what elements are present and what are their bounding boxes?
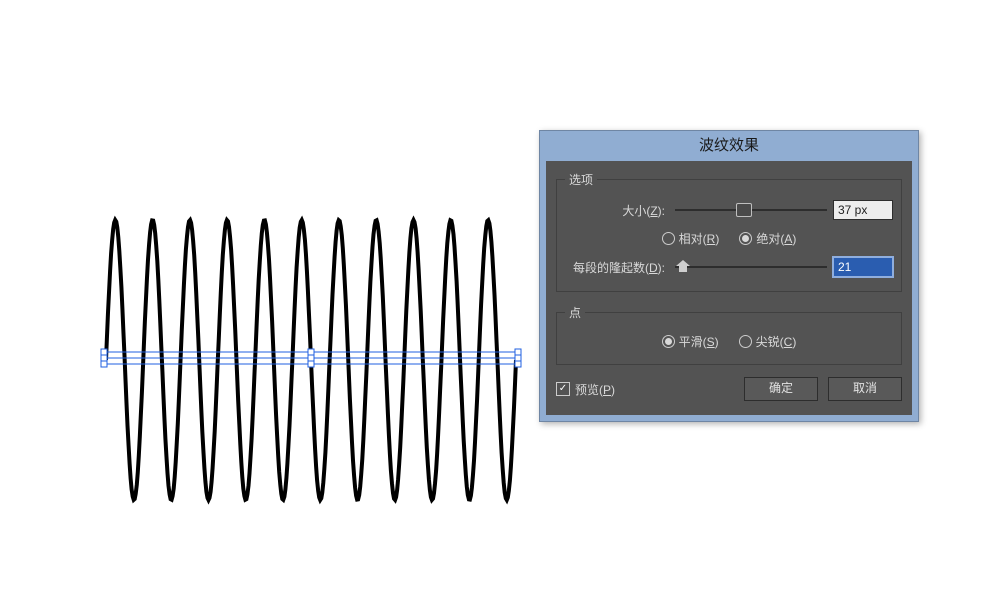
dialog-title[interactable]: 波纹效果 — [540, 131, 918, 161]
ridges-slider[interactable] — [675, 260, 827, 274]
preview-label: 预览(P) — [575, 381, 615, 398]
size-label: 大小(Z): — [565, 202, 669, 219]
absolute-radio-label: 绝对(A) — [756, 230, 796, 247]
corner-radio-label: 尖锐(C) — [756, 333, 797, 350]
corner-radio[interactable]: 尖锐(C) — [739, 333, 797, 350]
ok-button[interactable]: 确定 — [744, 377, 818, 401]
size-slider-thumb[interactable] — [736, 203, 752, 217]
selection-bounding-box[interactable] — [101, 349, 521, 367]
smooth-radio-label: 平滑(S) — [679, 333, 719, 350]
size-slider[interactable] — [675, 203, 827, 217]
relative-radio-label: 相对(R) — [679, 230, 720, 247]
size-input[interactable]: 37 px — [833, 200, 893, 220]
ridges-input[interactable]: 21 — [833, 257, 893, 277]
preview-checkbox[interactable]: ✓ 预览(P) — [556, 381, 734, 398]
relative-radio[interactable]: 相对(R) — [662, 230, 720, 247]
options-legend: 选项 — [565, 171, 597, 188]
points-legend: 点 — [565, 304, 585, 321]
ridges-slider-thumb[interactable] — [676, 260, 688, 270]
absolute-radio[interactable]: 绝对(A) — [739, 230, 796, 247]
options-group: 选项 大小(Z): 37 px 相对(R) — [556, 171, 902, 292]
cancel-button[interactable]: 取消 — [828, 377, 902, 401]
smooth-radio[interactable]: 平滑(S) — [662, 333, 719, 350]
zigzag-dialog: 波纹效果 选项 大小(Z): 37 px 相对(R) — [539, 130, 919, 422]
points-group: 点 平滑(S) 尖锐(C) — [556, 304, 902, 365]
ridges-label: 每段的隆起数(D): — [565, 259, 669, 276]
